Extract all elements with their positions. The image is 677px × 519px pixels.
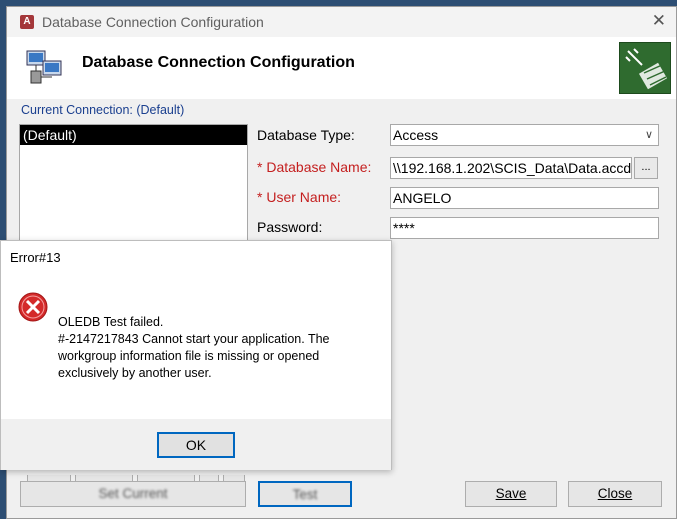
error-message-line2: #-2147217843 Cannot start your applicati… [58,332,330,380]
user-name-input[interactable]: ANGELO [390,187,659,209]
required-marker: * [257,159,263,175]
set-current-button[interactable]: Set Current [20,481,246,507]
set-current-label: Set Current [98,486,168,501]
db-type-select[interactable]: Access ∨ [390,124,659,146]
database-network-icon [26,50,62,84]
db-type-value: Access [393,127,439,143]
list-item-default[interactable]: (Default) [20,125,247,145]
password-input[interactable]: **** [390,217,659,239]
error-dialog-title: Error#13 [10,250,61,265]
db-name-input[interactable]: \\192.168.1.202\SCIS_Data\Data.accdb [390,157,632,179]
error-dialog: Error#13 OLEDB Test failed. #-2147217843… [0,240,392,470]
chevron-down-icon[interactable]: ∨ [642,127,656,143]
test-label: Test [292,487,318,502]
required-marker: * [257,189,263,205]
db-type-label: Database Type: [257,127,355,143]
header-title: Database Connection Configuration [82,54,355,71]
error-message: OLEDB Test failed. #-2147217843 Cannot s… [58,314,378,382]
browse-button[interactable]: ... [634,157,658,179]
close-button[interactable]: Close [568,481,662,507]
ok-button[interactable]: OK [157,432,235,458]
access-app-icon: A [20,15,34,29]
window-title: Database Connection Configuration [42,14,264,30]
current-connection-label: Current Connection: (Default) [21,103,185,117]
header-banner: Database Connection Configuration [7,37,676,99]
window-close-icon[interactable]: ✕ [652,11,666,31]
error-icon [18,292,48,322]
test-button[interactable]: Test [258,481,352,507]
save-button[interactable]: Save [465,481,557,507]
db-name-label: * Database Name: [257,159,371,175]
error-dialog-footer: OK [1,419,391,470]
db-name-label-text: Database Name: [266,159,372,175]
connection-list[interactable]: (Default) [19,124,248,244]
user-name-label-text: User Name: [266,189,342,205]
close-label: Close [597,486,633,501]
error-message-line1: OLEDB Test failed. [58,315,164,329]
password-label: Password: [257,219,323,235]
save-label: Save [495,486,527,501]
plug-keyboard-icon [619,42,671,94]
title-bar: A Database Connection Configuration ✕ [7,7,676,37]
user-name-label: * User Name: [257,189,341,205]
